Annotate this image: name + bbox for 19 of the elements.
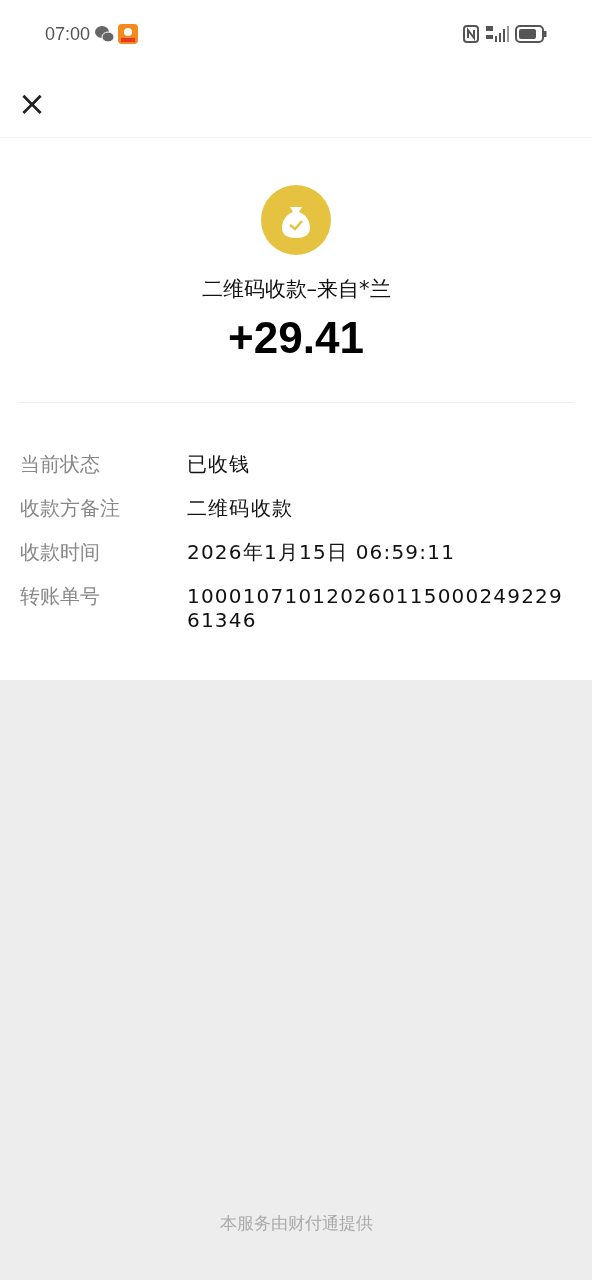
detail-value: 10001071012026011500024922961346 [187,582,564,632]
transaction-title: 二维码收款–来自*兰 [201,276,391,303]
detail-label: 收款方备注 [20,494,121,522]
provider-note: 本服务由财付通提供 [219,1211,373,1235]
signal-icon [485,25,509,43]
detail-value: 已收钱 [187,450,252,478]
detail-value: 二维码收款 [187,494,294,522]
battery-icon [515,25,547,43]
app-icon [118,24,139,44]
detail-label: 当前状态 [20,450,101,478]
detail-value: 2026年1月15日 06:59:11 [187,538,457,566]
money-bag-icon [261,185,331,255]
detail-label: 转账单号 [20,582,101,610]
amount: +29.41 [228,315,364,360]
close-button[interactable]: × [18,85,46,120]
chat-bubbles-icon [94,25,115,43]
status-time: 07:00 [45,22,91,46]
detail-label: 收款时间 [20,538,101,566]
nfc-icon [463,25,479,43]
